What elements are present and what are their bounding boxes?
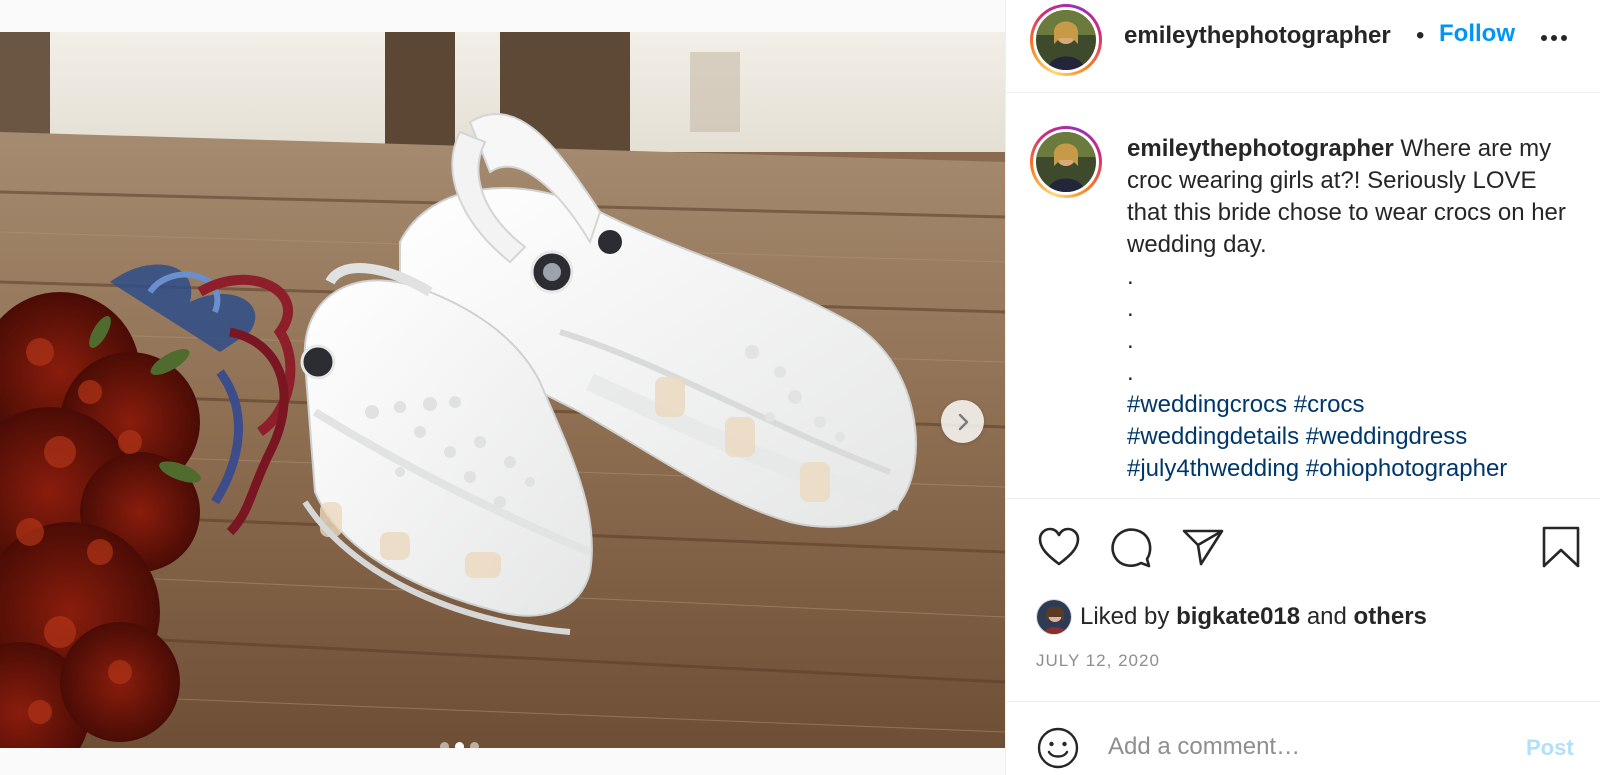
media-top-strip: [0, 0, 1005, 32]
post-detail-panel: emileythephotographer • Follow emileythe…: [1005, 0, 1600, 775]
liker-username[interactable]: bigkate018: [1176, 603, 1300, 631]
hashtag-link[interactable]: #ohiophotographer: [1306, 455, 1508, 482]
profile-photo-icon: [1036, 10, 1096, 70]
comment-icon: [1111, 528, 1152, 568]
caption-dot-line: .: [1127, 327, 1134, 354]
hashtag-link[interactable]: #crocs: [1294, 391, 1365, 418]
post-comment-button[interactable]: Post: [1526, 735, 1574, 761]
action-bar: [1006, 498, 1600, 593]
carousel-next-button[interactable]: [941, 400, 984, 443]
crocs-photo: [0, 32, 1005, 748]
post-image[interactable]: [0, 32, 1005, 748]
profile-photo-icon: [1036, 132, 1096, 192]
more-options-button[interactable]: [1534, 24, 1574, 52]
liker-avatar[interactable]: [1036, 599, 1072, 635]
follow-button[interactable]: Follow: [1439, 20, 1515, 48]
likes-others-link[interactable]: others: [1354, 603, 1427, 631]
hashtag-link[interactable]: #july4thwedding: [1127, 455, 1299, 482]
like-button[interactable]: [1036, 525, 1082, 569]
share-icon: [1182, 529, 1224, 566]
likes-middle: and: [1306, 603, 1347, 630]
liker-photo-icon: [1037, 600, 1071, 634]
caption-text: emileythephotographer Where are my croc …: [1127, 133, 1582, 485]
author-username[interactable]: emileythephotographer: [1124, 22, 1391, 50]
likes-summary: Liked by bigkate018 and others: [1036, 597, 1427, 637]
likes-prefix: Liked by: [1080, 603, 1170, 630]
chevron-right-icon: [958, 413, 968, 430]
emoji-button[interactable]: [1036, 726, 1080, 770]
heart-icon: [1038, 527, 1080, 566]
hashtag-link[interactable]: #weddingdetails: [1127, 423, 1299, 450]
comment-button[interactable]: [1108, 525, 1154, 569]
caption-username[interactable]: emileythephotographer: [1127, 135, 1394, 162]
caption-author-avatar[interactable]: [1030, 126, 1102, 198]
post-date[interactable]: JULY 12, 2020: [1036, 651, 1160, 671]
comment-bar: Post: [1006, 701, 1600, 775]
emoji-icon: [1037, 727, 1079, 769]
author-avatar[interactable]: [1030, 4, 1102, 76]
save-button[interactable]: [1541, 525, 1581, 569]
share-button[interactable]: [1180, 525, 1226, 569]
media-bottom-strip: [0, 748, 1005, 775]
caption-dot-line: .: [1127, 359, 1134, 386]
caption-dot-line: .: [1127, 263, 1134, 290]
separator-dot: •: [1416, 22, 1425, 49]
caption-section: emileythephotographer Where are my croc …: [1006, 93, 1600, 498]
hashtag-link[interactable]: #weddingdress: [1306, 423, 1467, 450]
post-header: emileythephotographer • Follow: [1006, 0, 1600, 93]
caption-dot-line: .: [1127, 295, 1134, 322]
bookmark-icon: [1542, 526, 1580, 568]
more-horizontal-icon: [1541, 35, 1567, 41]
comment-input[interactable]: [1108, 726, 1498, 768]
hashtag-link[interactable]: #weddingcrocs: [1127, 391, 1287, 418]
